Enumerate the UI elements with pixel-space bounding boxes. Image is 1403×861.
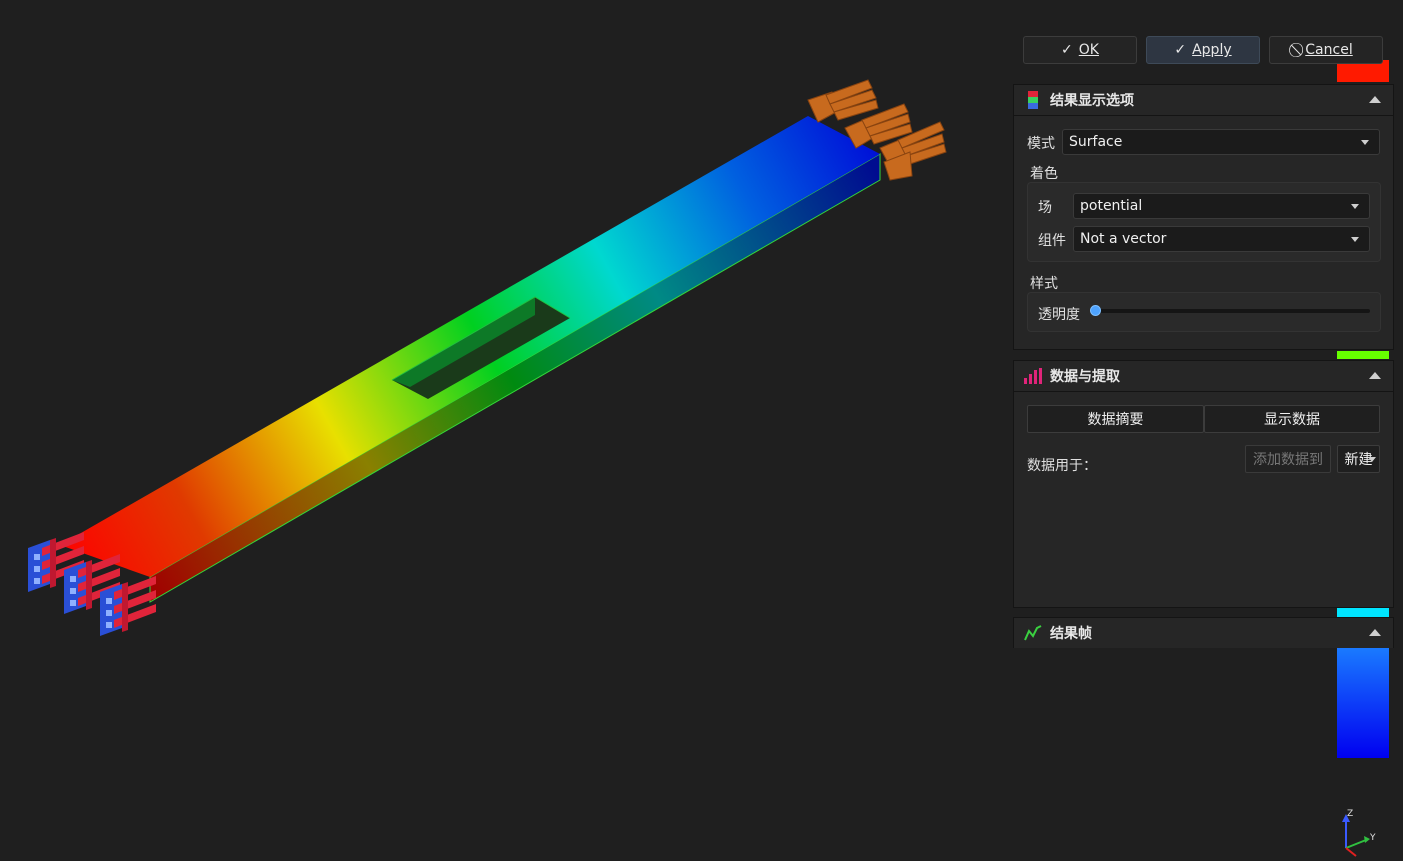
result-frames-panel: 结果帧 — [1013, 617, 1394, 648]
colorbar-green — [1337, 351, 1389, 359]
field-label: 场 — [1038, 200, 1052, 216]
z-axis-label: Z — [1347, 809, 1353, 819]
coloring-label: 着色 — [1030, 166, 1058, 182]
cancel-button[interactable]: ⃠ Cancel — [1269, 36, 1383, 64]
result-frames-header[interactable]: 结果帧 — [1014, 618, 1393, 648]
add-data-to-button[interactable]: 添加数据到 — [1245, 445, 1331, 473]
result-display-header[interactable]: 结果显示选项 — [1014, 85, 1393, 116]
line-chart-icon — [1024, 624, 1042, 642]
check-icon: ✓ — [1174, 42, 1187, 58]
style-label: 样式 — [1030, 276, 1058, 292]
data-summary-button[interactable]: 数据摘要 — [1027, 405, 1204, 433]
result-display-panel: 结果显示选项 模式 Surface 着色 场 potential 组件 Not … — [1013, 84, 1394, 350]
colorbar-blue — [1337, 648, 1389, 758]
field-select[interactable]: potential — [1073, 193, 1370, 219]
mode-select[interactable]: Surface — [1062, 129, 1380, 155]
data-extract-panel: 数据与提取 数据摘要 显示数据 数据用于： 添加数据到 新建 — [1013, 360, 1394, 608]
collapse-icon[interactable] — [1369, 372, 1381, 379]
show-data-button[interactable]: 显示数据 — [1204, 405, 1380, 433]
y-axis-label: Y — [1369, 833, 1376, 843]
axes-triad: Z Y — [1330, 800, 1390, 857]
check-icon: ✓ — [1061, 42, 1073, 58]
component-select[interactable]: Not a vector — [1073, 226, 1370, 252]
collapse-icon[interactable] — [1369, 96, 1381, 103]
beam-side-face — [149, 153, 881, 603]
ok-button[interactable]: ✓ OK — [1023, 36, 1137, 64]
chevron-down-icon — [1351, 204, 1359, 209]
new-button[interactable]: 新建 — [1337, 445, 1380, 473]
opacity-label: 透明度 — [1038, 307, 1080, 323]
colorbar-cyan — [1337, 608, 1389, 617]
mode-label: 模式 — [1027, 136, 1055, 152]
opacity-slider-handle[interactable] — [1090, 305, 1101, 316]
data-extract-header[interactable]: 数据与提取 — [1014, 361, 1393, 392]
colorbar-icon — [1024, 91, 1042, 109]
apply-button[interactable]: ✓ Apply — [1146, 36, 1260, 64]
opacity-slider[interactable] — [1094, 309, 1370, 313]
chevron-down-icon — [1361, 140, 1369, 145]
chevron-down-icon — [1368, 457, 1376, 462]
component-label: 组件 — [1038, 233, 1066, 249]
bar-chart-icon — [1024, 367, 1042, 385]
chevron-down-icon — [1351, 237, 1359, 242]
data-for-label: 数据用于： — [1027, 458, 1097, 474]
collapse-icon[interactable] — [1369, 629, 1381, 636]
